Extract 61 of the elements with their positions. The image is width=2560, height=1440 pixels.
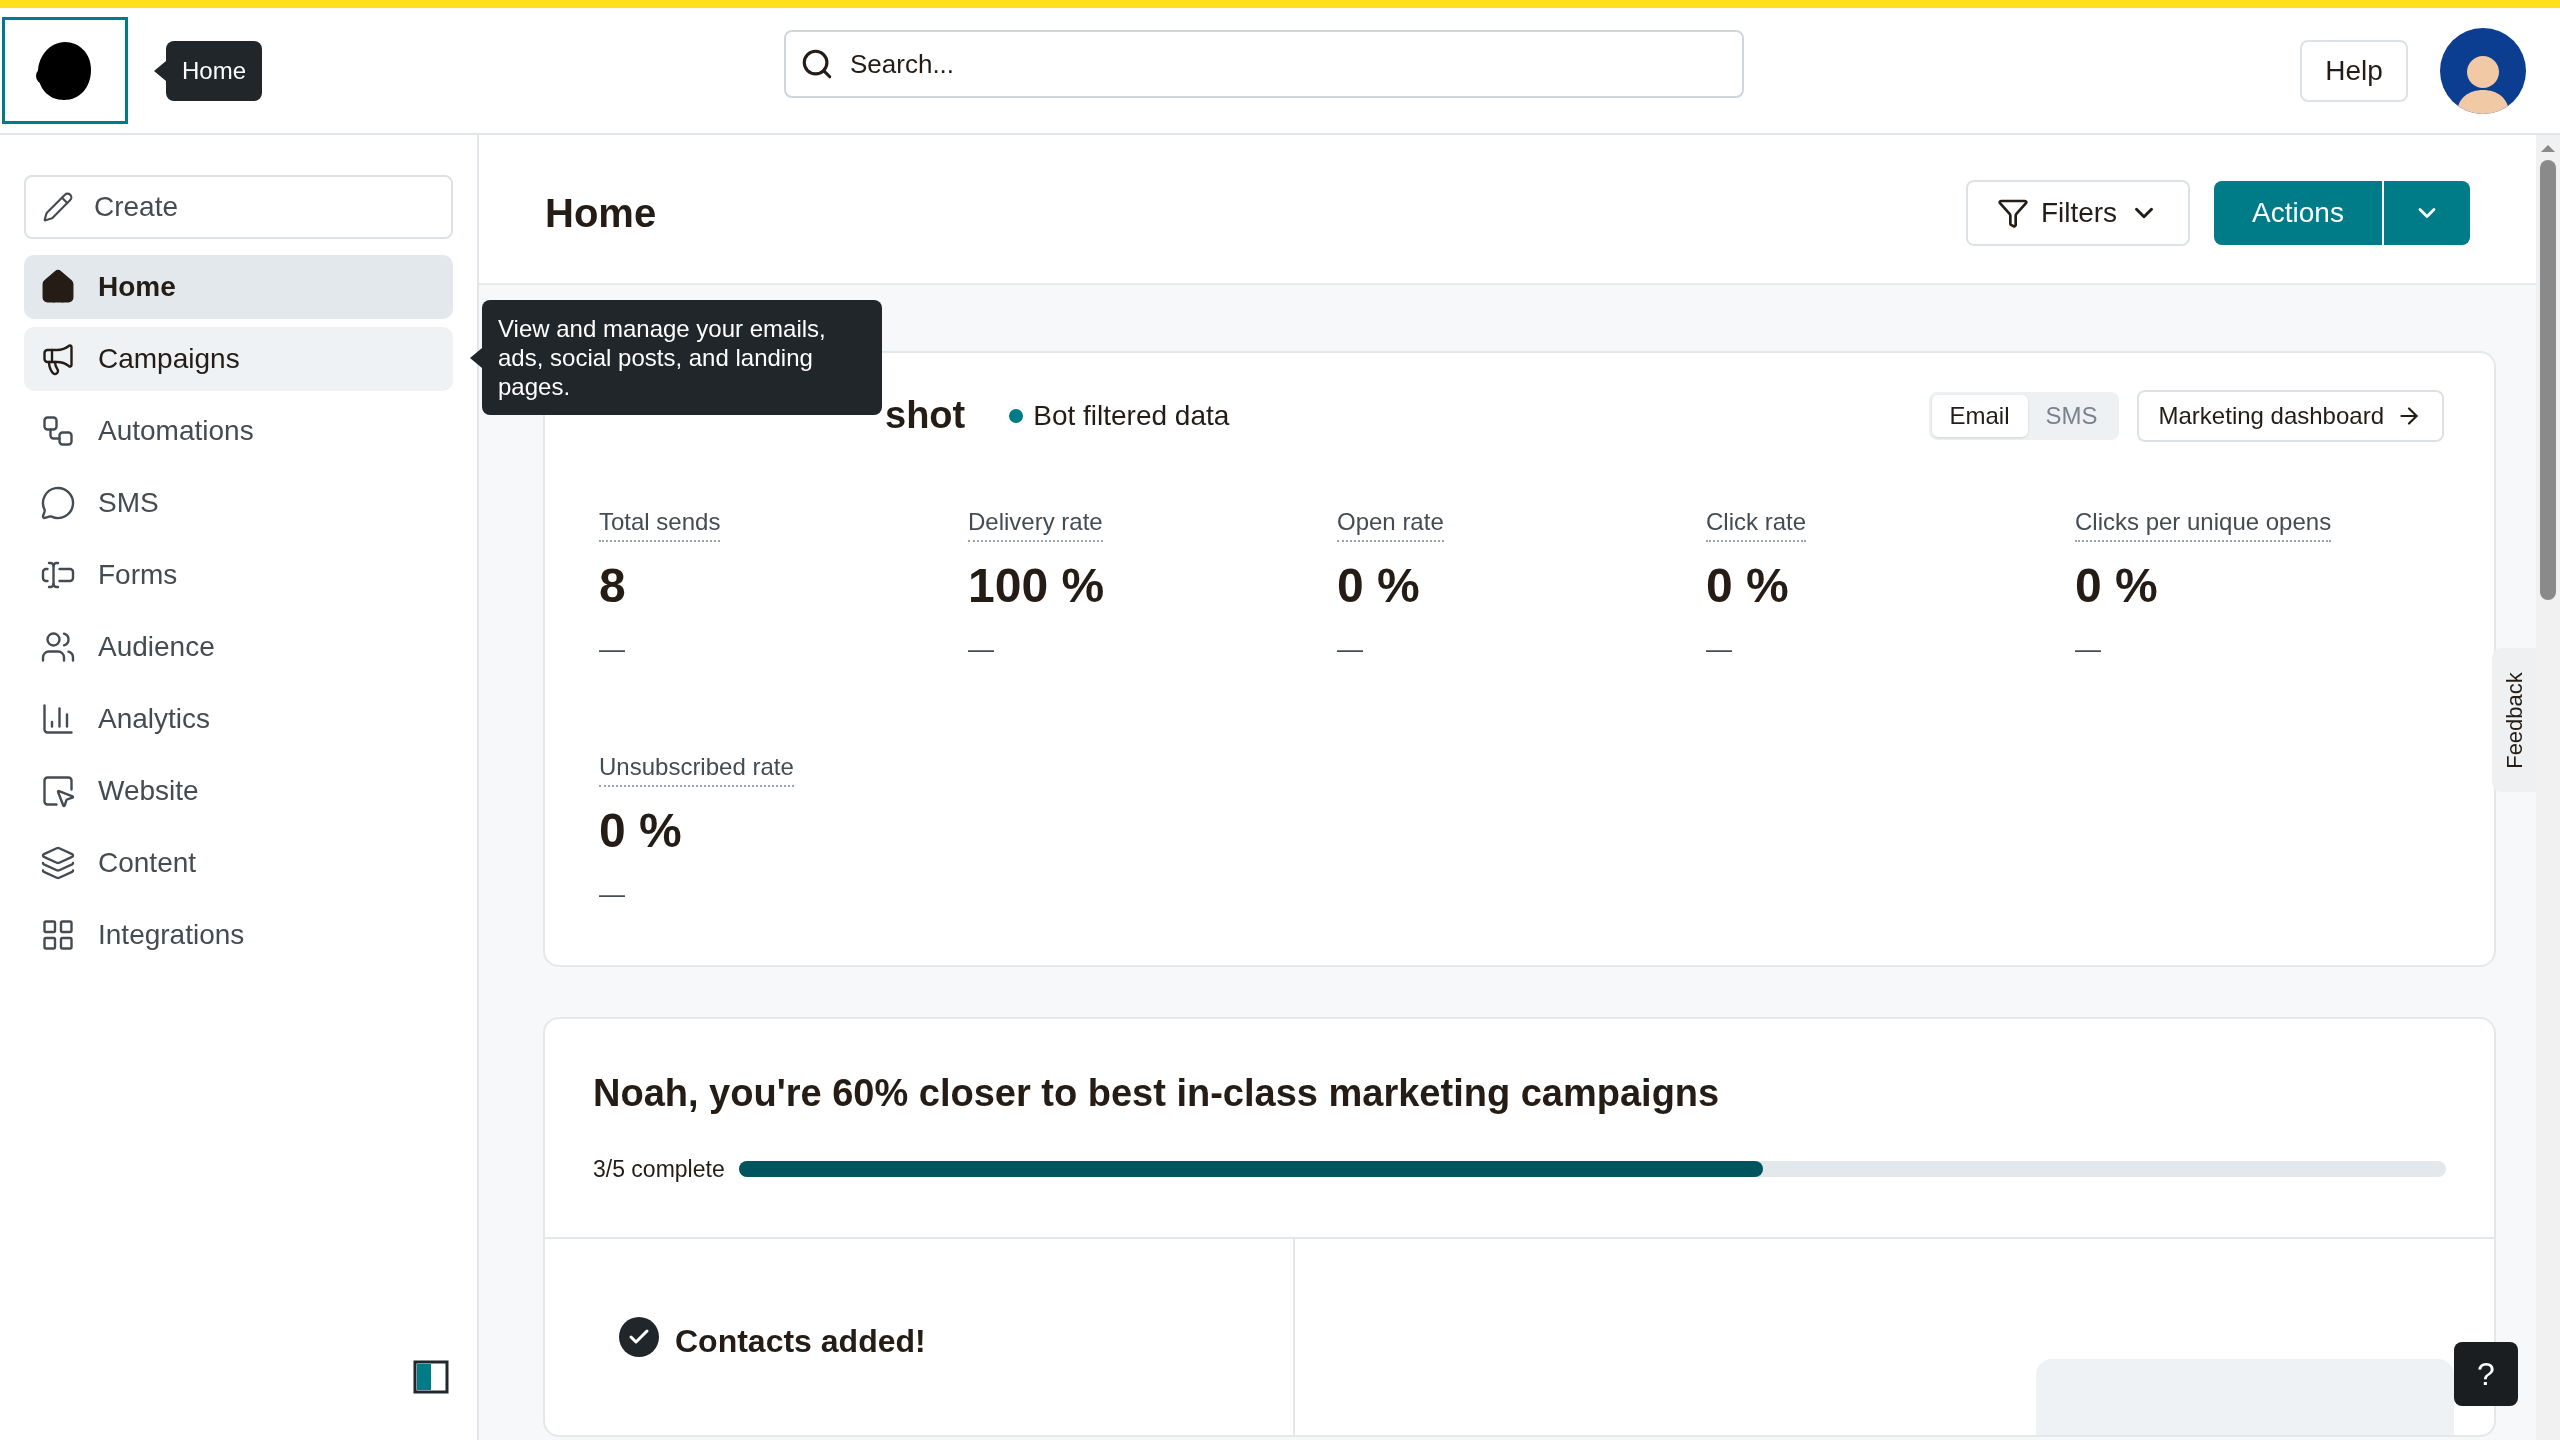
workflow-icon xyxy=(40,413,76,449)
house-icon xyxy=(40,269,76,305)
metric-label[interactable]: Delivery rate xyxy=(968,504,1103,542)
search-icon xyxy=(800,47,834,81)
create-button[interactable]: Create xyxy=(24,175,453,239)
bar-chart-icon xyxy=(40,701,76,737)
metric-change: — xyxy=(1706,633,1732,666)
tooltip: Home xyxy=(166,40,263,101)
step-label: Contacts added! xyxy=(675,1321,926,1361)
metric-value: 0 % xyxy=(599,803,682,859)
metric-label[interactable]: Total sends xyxy=(599,504,721,542)
logo-tile[interactable] xyxy=(2,17,128,124)
card-title: shot xyxy=(885,393,966,438)
pencil-icon xyxy=(42,191,74,223)
sidebar-item[interactable]: Content xyxy=(24,831,453,895)
metric-change: — xyxy=(599,633,625,666)
metric-value: 100 % xyxy=(968,558,1105,614)
sidebar-item[interactable]: Home xyxy=(24,255,453,319)
funnel-icon xyxy=(1996,197,2029,229)
sidebar-item[interactable]: SMS xyxy=(24,471,453,535)
grid-icon xyxy=(40,917,76,953)
search-field[interactable]: Search... xyxy=(784,30,1744,98)
channel-tab[interactable]: Email xyxy=(1931,394,2028,437)
metric-label[interactable]: Open rate xyxy=(1337,504,1444,542)
actions-button[interactable]: Actions xyxy=(2214,181,2382,245)
card-title: Noah, you're 60% closer to best in-class marketing campaigns xyxy=(593,1071,1721,1116)
scrollbar[interactable] xyxy=(2536,135,2560,1440)
sidebar-item[interactable]: Integrations xyxy=(24,903,453,967)
metric-change: — xyxy=(2075,633,2101,666)
sidebar-item[interactable]: Campaigns xyxy=(24,327,453,391)
tooltip: View and manage your emails, ads, social posts, and landing pages. xyxy=(482,300,882,415)
badge-label: Bot filtered data xyxy=(1033,398,1230,433)
actions-dropdown-button[interactable] xyxy=(2382,181,2470,245)
progress-status: 3/5 complete xyxy=(593,1155,725,1184)
megaphone-icon xyxy=(40,341,76,377)
sidebar-item[interactable]: Audience xyxy=(24,615,453,679)
filters-button[interactable]: Filters xyxy=(1966,180,2190,246)
help-fab[interactable]: ? xyxy=(2454,1342,2518,1406)
sidebar-item[interactable]: Analytics xyxy=(24,687,453,751)
metric-value: 0 % xyxy=(1337,558,1420,614)
metric-value: 0 % xyxy=(2075,558,2158,614)
sidebar-item[interactable]: Website xyxy=(24,759,453,823)
chat-bubble-icon xyxy=(40,485,76,521)
metric-change: — xyxy=(599,878,625,911)
metric-label[interactable]: Clicks per unique opens xyxy=(2075,504,2332,542)
panel-toggle-icon[interactable] xyxy=(413,1360,449,1394)
people-icon xyxy=(40,629,76,665)
help-button[interactable]: Help xyxy=(2300,40,2408,102)
metric-change: — xyxy=(1337,633,1363,666)
page-title: Home xyxy=(545,190,658,237)
metric-value: 0 % xyxy=(1706,558,1789,614)
dashboard-link-button[interactable]: Marketing dashboard xyxy=(2136,389,2444,442)
stack-icon xyxy=(40,845,76,881)
feedback-tab[interactable]: Feedback xyxy=(2492,648,2536,792)
metric-label[interactable]: Click rate xyxy=(1706,504,1807,542)
metric-change: — xyxy=(968,633,994,666)
metric-value: 8 xyxy=(599,558,626,614)
sidebar-item[interactable]: Automations xyxy=(24,399,453,463)
cursor-window-icon xyxy=(40,773,76,809)
sidebar-item[interactable]: Forms xyxy=(24,543,453,607)
metric-label[interactable]: Unsubscribed rate xyxy=(599,749,794,787)
